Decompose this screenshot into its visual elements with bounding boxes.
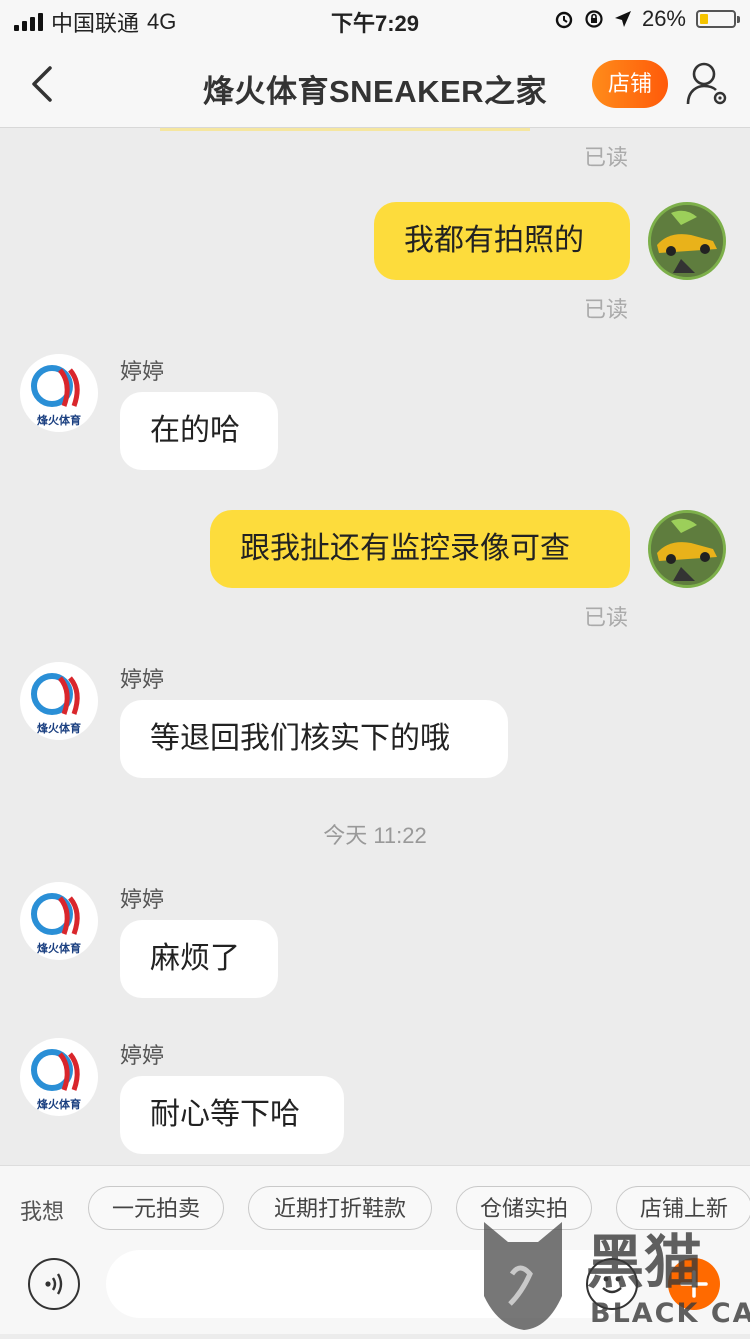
location-icon [614,11,631,27]
shop-logo-image: 烽火体育 [31,365,81,427]
car-avatar-image [651,513,723,585]
quick-reply-label: 我想 [20,1199,65,1224]
quick-reply-chip[interactable]: 店铺上新 [616,1186,750,1230]
message-timestamp: 今天 11:22 [323,823,427,848]
plus-icon [680,1270,708,1298]
their-message-bubble[interactable]: 耐心等下哈 [120,1076,344,1154]
alarm-icon [555,11,573,29]
back-arrow-icon[interactable] [24,62,64,106]
voice-input-button[interactable] [28,1258,80,1310]
voice-icon [45,1273,63,1295]
read-receipt: 已读 [583,145,628,170]
rotation-lock-icon [585,10,603,28]
svg-text:烽火体育: 烽火体育 [37,721,81,735]
chat-header: 烽火体育SNEAKER之家 店铺 [0,40,750,128]
svg-text:烽火体育: 烽火体育 [37,413,81,427]
shop-avatar[interactable]: 烽火体育 [20,354,98,432]
their-message-bubble[interactable]: 等退回我们核实下的哦 [120,700,508,778]
shop-logo-image: 烽火体育 [31,673,81,735]
page-title: 烽火体育SNEAKER之家 [202,74,548,109]
my-avatar[interactable] [648,510,726,588]
shop-logo-image: 烽火体育 [31,893,81,955]
shop-logo-image: 烽火体育 [31,1049,81,1111]
quick-reply-chip[interactable]: 近期打折鞋款 [248,1186,432,1230]
battery-percent: 26% [641,6,686,31]
user-settings-icon[interactable] [684,58,730,110]
status-bar: 中国联通 4G 下午7:29 26% [0,0,750,40]
svg-text:烽火体育: 烽火体育 [37,1097,81,1111]
svg-text:烽火体育: 烽火体育 [37,941,81,955]
input-panel: 我想 一元拍卖 近期打折鞋款 仓储实拍 店铺上新 [0,1165,750,1334]
their-message-bubble[interactable]: 在的哈 [120,392,278,470]
my-message-bubble[interactable]: 我都有拍照的 [374,202,630,280]
more-button[interactable] [668,1258,720,1310]
my-avatar[interactable] [648,202,726,280]
my-message-bubble[interactable]: 跟我扯还有监控录像可查 [210,510,630,588]
their-message-bubble[interactable]: 麻烦了 [120,920,278,998]
shop-avatar[interactable]: 烽火体育 [20,882,98,960]
sender-name: 婷婷 [120,1043,165,1068]
message-list[interactable]: 已读 我都有拍照的 已读 烽火体育 婷婷 在的哈 跟我扯还有监控录像可查 已读 … [0,128,750,1165]
read-receipt: 已读 [583,297,628,322]
sender-name: 婷婷 [120,359,165,384]
divider [160,128,530,131]
sender-name: 婷婷 [120,667,165,692]
message-input[interactable] [106,1250,630,1318]
quick-reply-bar: 我想 一元拍卖 近期打折鞋款 仓储实拍 店铺上新 [0,1184,750,1232]
emoji-icon [602,1276,622,1294]
shop-avatar[interactable]: 烽火体育 [20,1038,98,1116]
status-right: 26% [554,6,740,32]
sender-name: 婷婷 [120,887,165,912]
battery-level [700,14,708,24]
shop-avatar[interactable]: 烽火体育 [20,662,98,740]
read-receipt: 已读 [583,605,628,630]
car-avatar-image [651,205,723,277]
battery-icon [696,10,740,28]
quick-reply-chip[interactable]: 仓储实拍 [456,1186,592,1230]
quick-reply-chip[interactable]: 一元拍卖 [88,1186,224,1230]
shop-button[interactable]: 店铺 [592,60,668,108]
emoji-button[interactable] [586,1258,638,1310]
